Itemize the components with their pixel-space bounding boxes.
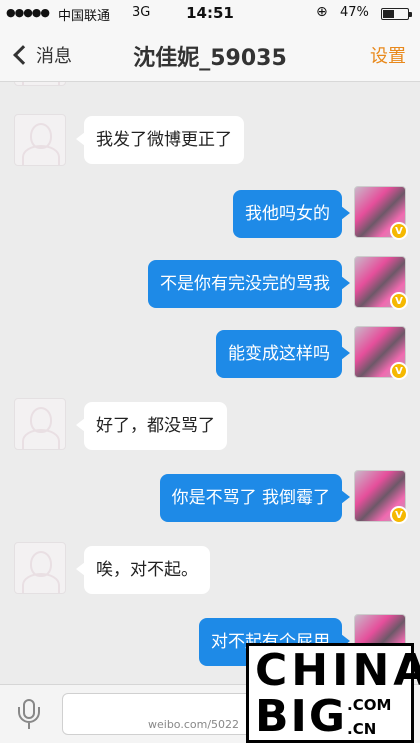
message-row: 好了，都没骂了 <box>0 398 420 454</box>
verified-badge-icon: V <box>390 506 408 524</box>
mic-arc <box>18 707 40 723</box>
received-message-bubble[interactable]: 好了，都没骂了 <box>76 402 227 450</box>
avatar-body-shape <box>22 429 60 449</box>
message-row: 唉，对不起。 <box>0 542 420 598</box>
battery-percent: 47% <box>340 5 369 20</box>
my-avatar[interactable]: V <box>354 470 408 524</box>
received-message-bubble[interactable]: 我发了微博更正了 <box>76 116 244 164</box>
chevron-left-icon <box>13 45 33 65</box>
message-list[interactable]: 我发了微博更正了 我他吗女的 V 不是你有完没完的骂我 V 能变成这样吗 V 好… <box>0 82 420 684</box>
logo-suffix-cn: .CN <box>347 720 377 738</box>
verified-badge-icon: V <box>390 362 408 380</box>
message-row: 我他吗女的 V <box>0 184 420 240</box>
back-button[interactable]: 消息 <box>10 40 72 70</box>
message-row: 不是你有完没完的骂我 V <box>0 256 420 312</box>
contact-avatar[interactable] <box>14 398 66 450</box>
my-avatar[interactable]: V <box>354 256 408 310</box>
avatar-body-shape <box>22 573 60 593</box>
contact-avatar[interactable] <box>14 114 66 166</box>
chinabig-logo: CHINA BIG .COM .CN <box>246 643 420 743</box>
page-title: 沈佳妮_59035 <box>133 46 287 71</box>
sent-message-bubble[interactable]: 我他吗女的 <box>233 190 350 238</box>
message-row: 能变成这样吗 V <box>0 326 420 382</box>
received-message-bubble[interactable]: 唉，对不起。 <box>76 546 210 594</box>
microphone-icon[interactable] <box>16 699 42 731</box>
sent-message-bubble[interactable]: 能变成这样吗 <box>216 330 350 378</box>
mic-stem <box>28 723 30 729</box>
nav-bar: 消息 沈佳妮_59035 设置 <box>0 28 420 82</box>
verified-badge-icon: V <box>390 222 408 240</box>
battery-icon <box>381 8 412 20</box>
logo-line-china: CHINA <box>255 645 420 696</box>
logo-line-big: BIG <box>255 691 348 742</box>
logo-suffix-com: .COM <box>347 696 392 714</box>
contact-avatar[interactable] <box>14 542 66 594</box>
status-bar: ●●●●● 中国联通 3G 14:51 ⊕ 47% <box>0 0 420 28</box>
weibo-watermark: weibo.com/5022 <box>148 718 240 731</box>
message-row: 我发了微博更正了 <box>0 110 420 166</box>
battery-fill <box>383 10 394 18</box>
contact-avatar[interactable] <box>14 82 66 86</box>
back-label: 消息 <box>36 46 72 67</box>
verified-badge-icon: V <box>390 292 408 310</box>
orientation-lock-icon: ⊕ <box>316 4 328 20</box>
my-avatar[interactable]: V <box>354 326 408 380</box>
sent-message-bubble[interactable]: 你是不骂了 我倒霉了 <box>159 474 351 522</box>
my-avatar[interactable]: V <box>354 186 408 240</box>
avatar-body-shape <box>22 82 60 85</box>
sent-message-bubble[interactable]: 不是你有完没完的骂我 <box>148 260 350 308</box>
message-row: 你是不骂了 我倒霉了 V <box>0 470 420 526</box>
avatar-body-shape <box>22 145 60 165</box>
settings-button[interactable]: 设置 <box>370 42 406 68</box>
list-item <box>0 82 420 90</box>
